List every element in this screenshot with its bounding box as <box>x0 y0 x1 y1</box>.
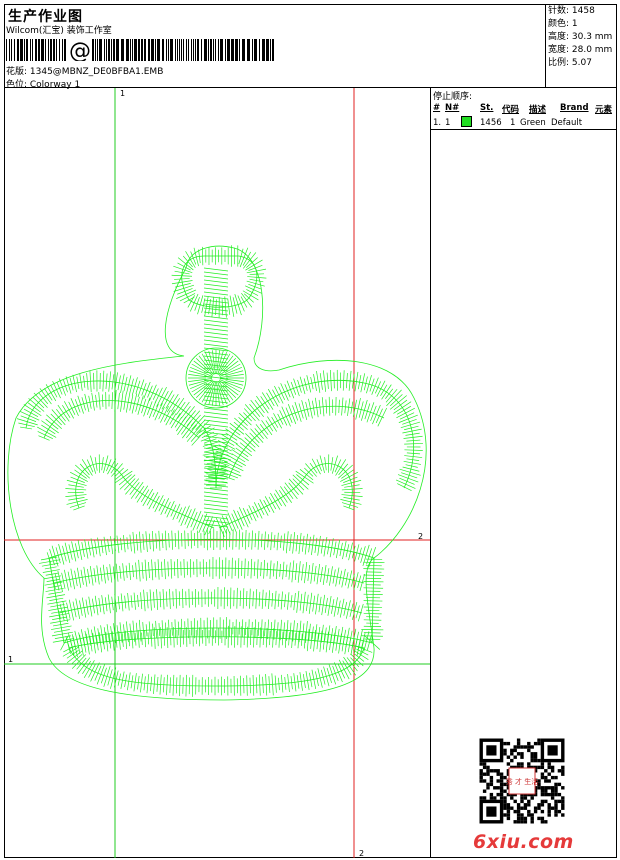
guide-label-h2: 2 <box>418 532 423 541</box>
watermark-logo: 6xiu.com <box>473 831 574 853</box>
design-height: 高度: 30.3 mm <box>548 32 613 42</box>
crown-embroidery: 1 2 1 2 <box>4 88 430 858</box>
design-file-name: 花版: 1345@MBNZ_DE0BFBA1.EMB <box>6 67 164 77</box>
sequence-heading: 停止顺序: <box>433 92 473 102</box>
col-needle: N# <box>445 103 460 113</box>
sheet-header: 生产作业图 Wilcom(汇宝) 装饰工作室 @ 花版: 1345@MBNZ_D… <box>4 4 617 90</box>
qr-badge: 秀 才 生活 <box>506 777 538 786</box>
col-brand: Brand <box>560 103 589 113</box>
sequence-row: 1. 1 1456 1 Green Default <box>431 115 617 131</box>
left-arch <box>25 380 217 489</box>
color-count: 颜色: 1 <box>548 19 578 29</box>
row-desc: Green <box>520 118 546 128</box>
col-element: 元素 <box>595 105 613 115</box>
qr-code-image: 秀 才 生活 <box>479 738 565 824</box>
row-needle: 1 <box>445 118 451 128</box>
row-stitches: 1456 <box>480 118 502 128</box>
guide-label-h1: 1 <box>8 655 13 664</box>
stats-panel: 针数: 1458 颜色: 1 高度: 30.3 mm 宽度: 28.0 mm 比… <box>545 4 617 88</box>
guide-label-v1: 1 <box>120 89 125 98</box>
color-swatch <box>461 116 472 127</box>
col-index: # <box>433 103 441 113</box>
col-desc: 描述 <box>529 105 547 115</box>
stop-sequence-panel: 停止顺序: # N# St. 代码 描述 Brand 元素 1. 1 1456 … <box>430 88 617 858</box>
stitch-count: 针数: 1458 <box>548 6 595 16</box>
design-width: 宽度: 28.0 mm <box>548 45 613 55</box>
svg-text:@: @ <box>69 39 91 61</box>
sequence-header-row: # N# St. 代码 描述 Brand 元素 <box>431 103 617 115</box>
design-scale: 比例: 5.07 <box>548 58 592 68</box>
sequence-table: 停止顺序: # N# St. 代码 描述 Brand 元素 1. 1 1456 … <box>431 88 617 130</box>
row-brand: Default <box>551 118 583 128</box>
col-stitches: St. <box>480 103 494 113</box>
design-canvas: 1 2 1 2 <box>4 88 430 858</box>
crown-band <box>48 538 375 644</box>
guide-label-v2: 2 <box>359 849 364 858</box>
company-name: Wilcom(汇宝) 装饰工作室 <box>6 26 112 36</box>
barcode-image: @ <box>6 39 274 61</box>
row-index: 1. <box>433 118 442 128</box>
col-code: 代码 <box>502 105 520 115</box>
row-code: 1 <box>510 118 516 128</box>
